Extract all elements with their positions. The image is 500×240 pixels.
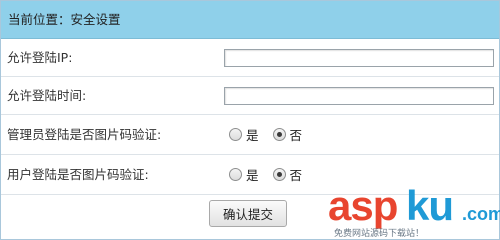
user-captcha-no-radio[interactable] xyxy=(272,168,286,181)
admin-captcha-radio-group: 是 否 xyxy=(229,115,316,154)
watermark-tagline: 免费网站源码下载站！ xyxy=(334,229,425,239)
admin-captcha-yes-radio[interactable] xyxy=(229,128,242,141)
watermark-brand-right: ku xyxy=(406,182,454,229)
watermark-brand-tld: .com xyxy=(462,204,500,224)
admin-captcha-label: 管理员登陆是否图片码验证: xyxy=(7,127,162,142)
admin-captcha-no-radio[interactable] xyxy=(272,128,286,141)
row-allowed-ip: 允许登陆IP: xyxy=(1,39,499,77)
aspku-watermark-logo: asp ku .com 免费网站源码下载站！ xyxy=(326,182,500,239)
breadcrumb: 当前位置：安全设置 xyxy=(1,1,499,39)
admin-captcha-no-label[interactable]: 否 xyxy=(290,125,303,144)
watermark-brand-left: asp xyxy=(328,182,398,229)
admin-captcha-yes-label[interactable]: 是 xyxy=(246,125,259,144)
allowed-ip-input[interactable] xyxy=(224,49,494,67)
allowed-time-label: 允许登陆时间: xyxy=(7,88,87,103)
user-captcha-radio-group: 是 否 xyxy=(229,155,316,194)
user-captcha-yes-radio[interactable] xyxy=(229,168,242,181)
submit-button[interactable]: 确认提交 xyxy=(209,200,287,227)
allowed-ip-label: 允许登陆IP: xyxy=(7,50,73,65)
breadcrumb-prefix: 当前位置： xyxy=(8,12,71,27)
row-admin-captcha: 管理员登陆是否图片码验证: 是 否 xyxy=(1,115,499,155)
row-allowed-time: 允许登陆时间: xyxy=(1,77,499,115)
breadcrumb-current: 安全设置 xyxy=(70,12,121,27)
user-captcha-yes-label[interactable]: 是 xyxy=(246,165,259,184)
user-captcha-no-label[interactable]: 否 xyxy=(290,165,303,184)
user-captcha-label: 用户登陆是否图片码验证: xyxy=(7,167,149,182)
allowed-time-input[interactable] xyxy=(224,87,494,105)
